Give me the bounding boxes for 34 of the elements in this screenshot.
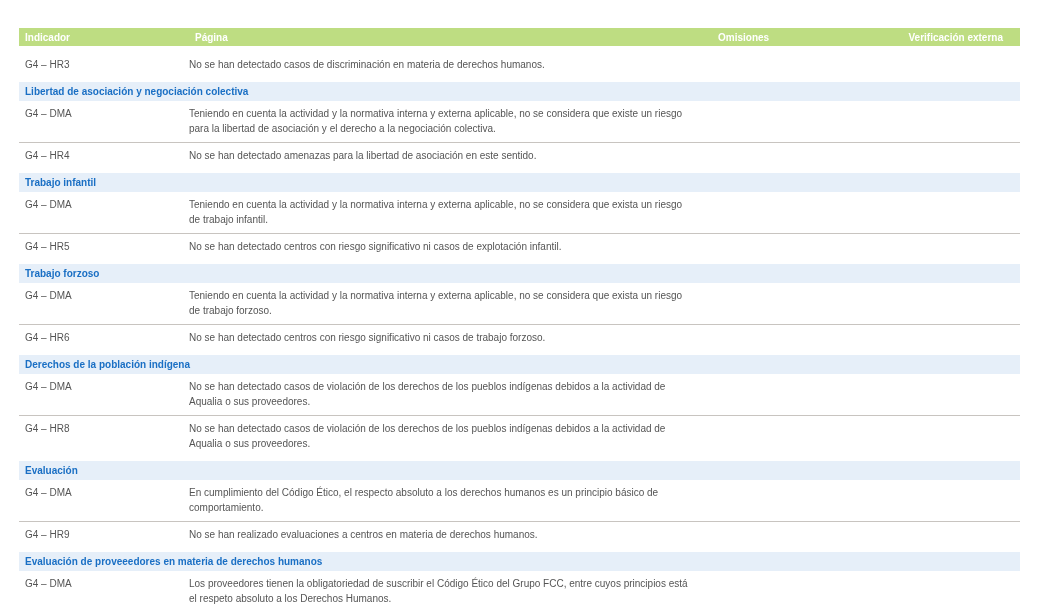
section-title: Evaluación de proveeedores en materia de derechos humanos — [24, 556, 323, 567]
table-cell-text: No se han detectado casos de violación de los derechos de los pueblos indígenas debidos a la actividad de Aqualia o sus proveedores. — [189, 422, 667, 451]
table-cell-text: No se han realizado evaluaciones a centros en materia de derechos humanos. — [189, 528, 539, 542]
section-title: Trabajo forzoso — [24, 268, 100, 279]
table-cell-text: G4 – HR3 — [24, 58, 71, 72]
table-cell-text: G4 – HR5 — [24, 240, 71, 254]
table-cell-text: G4 – DMA — [24, 380, 73, 394]
column-header: Indicador — [24, 31, 71, 43]
section-title: Libertad de asociación y negociación colectiva — [24, 86, 249, 97]
section-title: Derechos de la población indígena — [24, 359, 191, 370]
table-cell-text: Teniendo en cuenta la actividad y la normativa interna y externa aplicable, no se considera que existe un riesgo para la libertad de asociación y el derecho a la negociación colectiva. — [189, 107, 684, 136]
section-title: Trabajo infantil — [24, 177, 97, 188]
table-cell-text: No se han detectado amenazas para la libertad de asociación en este sentido. — [189, 149, 538, 163]
table-cell-text: Teniendo en cuenta la actividad y la normativa interna y externa aplicable, no se considera que exista un riesgo de trabajo infantil. — [189, 198, 684, 227]
table-cell-text: G4 – DMA — [24, 289, 73, 303]
table-cell-text: G4 – HR4 — [24, 149, 71, 163]
table-cell-text: No se han detectado casos de violación de los derechos de los pueblos indígenas debidos a la actividad de Aqualia o sus proveedores. — [189, 380, 667, 409]
table-cell-text: G4 – DMA — [24, 577, 73, 591]
column-header: Página — [194, 31, 229, 43]
column-header: Verificación externa — [907, 31, 1004, 43]
table-cell-text: G4 – HR9 — [24, 528, 71, 542]
table-cell-text: No se han detectado centros con riesgo significativo ni casos de trabajo forzoso. — [189, 331, 547, 345]
column-header: Omisiones — [717, 31, 771, 43]
table-cell-text: G4 – DMA — [24, 486, 73, 500]
table-cell-text: G4 – DMA — [24, 198, 73, 212]
table-cell-text: Los proveedores tienen la obligatoriedad de suscribir el Código Ético del Grupo FCC, entre cuyos principios está el respeto absoluto a los Derechos Humanos. — [189, 576, 689, 604]
table-cell-text: No se han detectado centros con riesgo significativo ni casos de explotación infantil. — [189, 240, 563, 254]
table-cell-text: No se han detectado casos de discriminación en materia de derechos humanos. — [189, 58, 546, 72]
table-cell-text: G4 – DMA — [24, 107, 73, 121]
table-cell-text: G4 – HR8 — [24, 422, 71, 436]
table-cell-text: Teniendo en cuenta la actividad y la normativa interna y externa aplicable, no se considera que exista un riesgo de trabajo forzoso. — [189, 289, 684, 318]
section-title: Evaluación — [24, 465, 78, 476]
table-cell-text: En cumplimiento del Código Ético, el respecto absoluto a los derechos humanos es un principio básico de comportamiento. — [189, 485, 660, 515]
table-cell-text: G4 – HR6 — [24, 331, 71, 345]
